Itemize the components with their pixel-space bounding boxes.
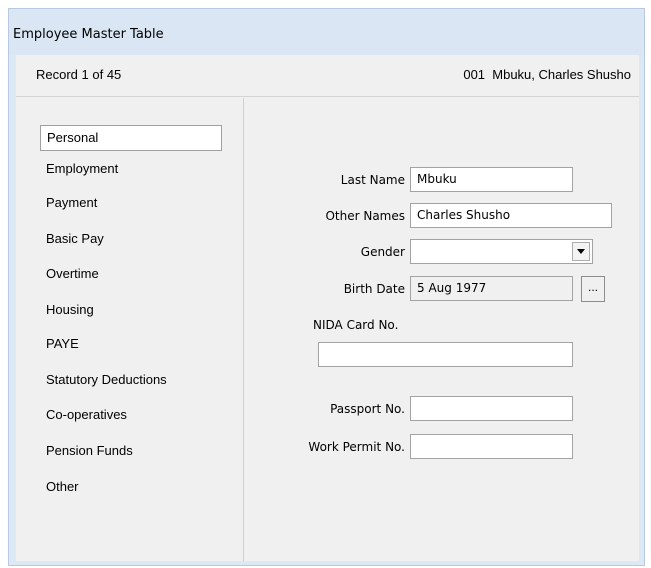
- section-nav: Personal Employment Payment Basic Pay Ov…: [16, 98, 244, 561]
- birth-date-label: Birth Date: [343, 282, 405, 296]
- nav-item-other[interactable]: Other: [40, 475, 222, 501]
- nav-item-co-operatives[interactable]: Co-operatives: [40, 403, 222, 429]
- nav-item-employment[interactable]: Employment: [40, 157, 222, 183]
- chevron-down-icon[interactable]: [572, 242, 590, 261]
- birth-date-field[interactable]: 5 Aug 1977: [410, 276, 573, 301]
- nav-item-basic-pay[interactable]: Basic Pay: [40, 227, 222, 253]
- passport-label: Passport No.: [330, 402, 405, 416]
- nida-label: NIDA Card No.: [313, 318, 399, 332]
- record-count: Record 1 of 45: [36, 67, 122, 82]
- nav-item-pension-funds[interactable]: Pension Funds: [40, 439, 222, 465]
- nav-item-housing[interactable]: Housing: [40, 298, 222, 324]
- title-bar: Employee Master Table: [9, 9, 644, 55]
- nav-item-paye[interactable]: PAYE: [40, 332, 222, 358]
- other-names-label: Other Names: [325, 209, 405, 223]
- date-picker-button[interactable]: ...: [581, 276, 605, 302]
- personal-form: Last Name Mbuku Other Names Charles Shus…: [245, 98, 639, 561]
- window-title: Employee Master Table: [13, 27, 164, 42]
- nida-field[interactable]: [318, 342, 573, 367]
- other-names-field[interactable]: Charles Shusho: [410, 203, 612, 228]
- nav-item-payment[interactable]: Payment: [40, 191, 222, 217]
- last-name-field[interactable]: Mbuku: [410, 167, 573, 192]
- work-permit-field[interactable]: [410, 434, 573, 459]
- passport-field[interactable]: [410, 396, 573, 421]
- nav-item-statutory-deductions[interactable]: Statutory Deductions: [40, 368, 222, 394]
- gender-label: Gender: [360, 245, 405, 259]
- record-employee-name: 001 Mbuku, Charles Shusho: [463, 67, 631, 82]
- gender-select[interactable]: [410, 239, 593, 264]
- work-permit-label: Work Permit No.: [308, 440, 405, 454]
- last-name-label: Last Name: [340, 173, 405, 187]
- nav-item-personal[interactable]: Personal: [40, 125, 222, 151]
- content-panel: Record 1 of 45 001 Mbuku, Charles Shusho…: [16, 55, 639, 561]
- employee-master-window: Employee Master Table Record 1 of 45 001…: [8, 8, 645, 566]
- record-bar: Record 1 of 45 001 Mbuku, Charles Shusho: [16, 55, 639, 97]
- nav-item-overtime[interactable]: Overtime: [40, 262, 222, 288]
